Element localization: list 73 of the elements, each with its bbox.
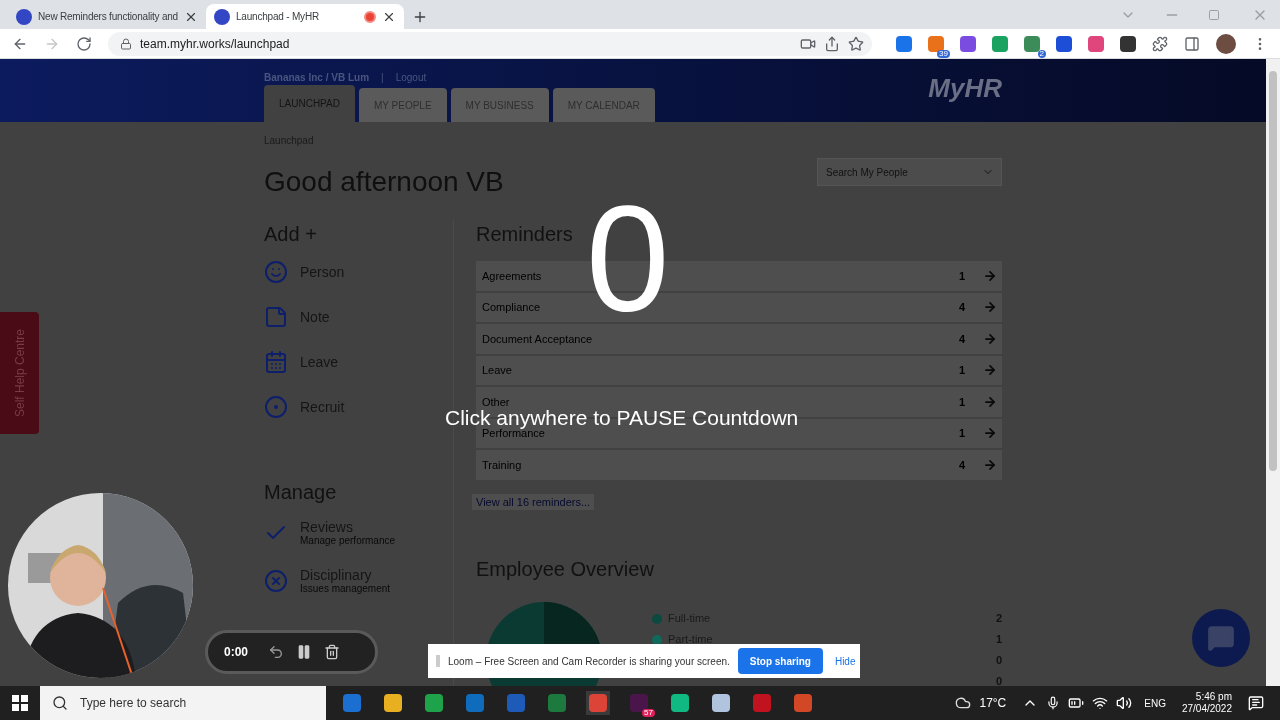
weather-text[interactable]: 17°C (979, 694, 1007, 712)
extension-icon[interactable] (1120, 35, 1136, 52)
reminder-count: 4 (958, 331, 965, 347)
reminder-count: 1 (958, 426, 965, 441)
lock-icon (120, 37, 132, 50)
reminder-label: Other (482, 394, 511, 410)
battery-icon[interactable] (1068, 695, 1085, 711)
extension-icon[interactable] (960, 35, 976, 52)
clock[interactable]: 5:46 pm 27/04/2022 (1181, 690, 1232, 716)
extension-badge: 39 (937, 49, 950, 58)
ring-icon (264, 395, 288, 419)
scrollbar[interactable] (1266, 59, 1280, 686)
reminder-label: Compliance (482, 300, 542, 315)
taskbar-app-icon[interactable] (668, 691, 692, 715)
notifications-icon[interactable] (1248, 695, 1264, 711)
reminder-row[interactable]: Training 4 (476, 450, 1002, 480)
separator: | (381, 71, 384, 85)
new-tab-icon[interactable] (412, 9, 428, 25)
notification-badge: 57 (642, 709, 655, 717)
reminder-count: 4 (958, 457, 965, 473)
reminder-label: Agreements (482, 268, 543, 284)
tab-title: Launchpad - MyHR (236, 10, 320, 24)
side-panel-icon[interactable] (1184, 35, 1200, 52)
timer: 0:00 (224, 644, 249, 661)
note-icon (264, 305, 288, 329)
reminder-count: 4 (958, 300, 965, 315)
extension-badge: 2 (1037, 49, 1046, 58)
drag-handle-icon[interactable] (436, 655, 440, 667)
stop-sharing-button[interactable]: Stop sharing (737, 648, 823, 674)
reminder-label: Document Acceptance (482, 331, 594, 347)
logout-link[interactable]: Logout (395, 70, 427, 85)
logo: MyHR (928, 72, 1002, 105)
reminder-count: 1 (958, 394, 965, 410)
reminder-row[interactable]: Document Acceptance 4 (476, 324, 1002, 354)
calendar-icon (264, 350, 288, 374)
undo-icon[interactable] (268, 644, 285, 660)
wifi-icon[interactable] (1092, 695, 1109, 711)
hide-button[interactable]: Hide (830, 653, 860, 669)
search-field[interactable]: Search My People (817, 158, 1002, 186)
avatar[interactable] (1216, 33, 1236, 54)
extensions-icon[interactable] (1152, 35, 1168, 52)
sharing-message: Loom – Free Screen and Cam Recorder is sharing your screen. (448, 654, 730, 669)
site-icon (214, 8, 230, 25)
account-name: Bananas Inc / VB Lum (264, 71, 370, 85)
site-icon (16, 8, 32, 25)
browser-tab[interactable]: Launchpad - MyHR (206, 4, 404, 29)
address-bar[interactable]: team.myhr.works/launchpad (108, 31, 872, 56)
search-field[interactable]: Type here to search (40, 686, 326, 720)
bookmark-icon[interactable] (848, 35, 864, 52)
reminder-count: 1 (958, 268, 965, 284)
taskbar-app-icon[interactable] (381, 691, 405, 715)
volume-icon[interactable] (1116, 695, 1133, 711)
share-icon[interactable] (824, 35, 840, 52)
cross-icon (264, 569, 288, 593)
smiley-icon (264, 260, 288, 284)
windows-icon (12, 695, 28, 711)
tab-title: New Reminders functionality and (38, 10, 178, 24)
reminder-row[interactable]: Leave 1 (476, 355, 1002, 385)
reminder-label: Training (482, 457, 523, 473)
reload-icon[interactable] (76, 35, 92, 52)
url-text: team.myhr.works/launchpad (140, 35, 290, 53)
microphone-icon[interactable] (1046, 696, 1061, 710)
taskbar-app-icon[interactable] (709, 691, 733, 715)
reminder-count: 1 (958, 363, 965, 378)
weather-icon[interactable] (955, 695, 972, 711)
search-icon (52, 695, 68, 711)
reminder-label: Leave (482, 363, 513, 378)
extension-icon[interactable] (1056, 35, 1072, 52)
language-indicator[interactable]: ENG (1144, 695, 1166, 711)
view-all-link[interactable]: View all 16 reminders... (472, 493, 595, 510)
taskbar-app-icon[interactable] (422, 691, 446, 715)
delete-icon[interactable] (324, 644, 341, 660)
chat-icon (1207, 624, 1235, 652)
